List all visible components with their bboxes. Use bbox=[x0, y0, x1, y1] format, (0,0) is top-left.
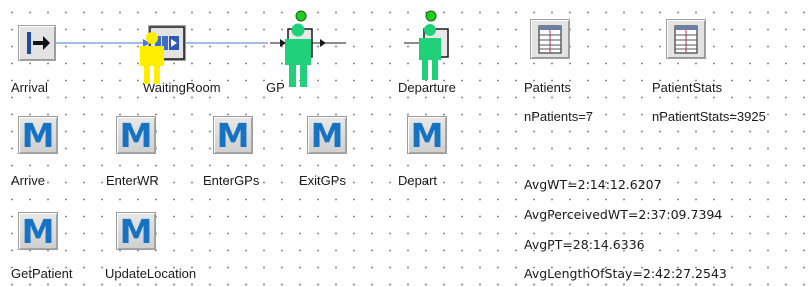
update-location-label: UpdateLocation bbox=[105, 266, 197, 281]
table-icon bbox=[674, 25, 698, 54]
avg-wt-value: AvgWT=2:14:12.6207 bbox=[524, 177, 662, 192]
method-icon: M bbox=[119, 115, 153, 155]
person-icon bbox=[419, 24, 441, 80]
departure-label: Departure bbox=[398, 80, 456, 95]
arrival-label: Arrival bbox=[11, 80, 48, 95]
enter-wr-label: EnterWR bbox=[106, 173, 159, 188]
method-update-location[interactable]: M bbox=[116, 212, 156, 250]
method-icon: M bbox=[310, 115, 344, 155]
patients-table[interactable] bbox=[530, 19, 570, 59]
method-depart[interactable]: M bbox=[407, 116, 447, 154]
exit-gps-label: ExitGPs bbox=[299, 173, 346, 188]
method-get-patient[interactable]: M bbox=[18, 212, 58, 250]
n-patient-stats-value: nPatientStats=3925 bbox=[652, 109, 766, 124]
arrival-icon bbox=[27, 32, 50, 54]
arrive-label: Arrive bbox=[11, 173, 45, 188]
patient-stats-table[interactable] bbox=[666, 19, 706, 59]
avg-perceived-wt-value: AvgPerceivedWT=2:37:09.7394 bbox=[524, 207, 723, 222]
method-icon: M bbox=[410, 115, 444, 155]
gp-label: GP bbox=[266, 80, 285, 95]
method-icon: M bbox=[21, 211, 55, 251]
enter-gps-label: EnterGPs bbox=[203, 173, 260, 188]
get-patient-label: GetPatient bbox=[11, 266, 73, 281]
depart-label: Depart bbox=[398, 173, 438, 188]
person-icon bbox=[140, 32, 164, 84]
method-enter-wr[interactable]: M bbox=[116, 116, 156, 154]
method-arrive[interactable]: M bbox=[18, 116, 58, 154]
arrival-block[interactable] bbox=[18, 25, 56, 61]
method-icon: M bbox=[119, 211, 153, 251]
table-icon bbox=[538, 25, 562, 54]
gp-indicator-icon bbox=[295, 10, 307, 22]
method-exit-gps[interactable]: M bbox=[307, 116, 347, 154]
departure-indicator-icon bbox=[425, 10, 437, 22]
avg-length-of-stay-value: AvgLengthOfStay=2:42:27.2543 bbox=[524, 266, 727, 281]
n-patients-value: nPatients=7 bbox=[524, 109, 594, 124]
avg-pt-value: AvgPT=28:14.6336 bbox=[524, 237, 645, 252]
method-enter-gps[interactable]: M bbox=[213, 116, 253, 154]
method-icon: M bbox=[216, 115, 250, 155]
patient-stats-label: PatientStats bbox=[652, 80, 723, 95]
patients-label: Patients bbox=[524, 80, 571, 95]
method-icon: M bbox=[21, 115, 55, 155]
